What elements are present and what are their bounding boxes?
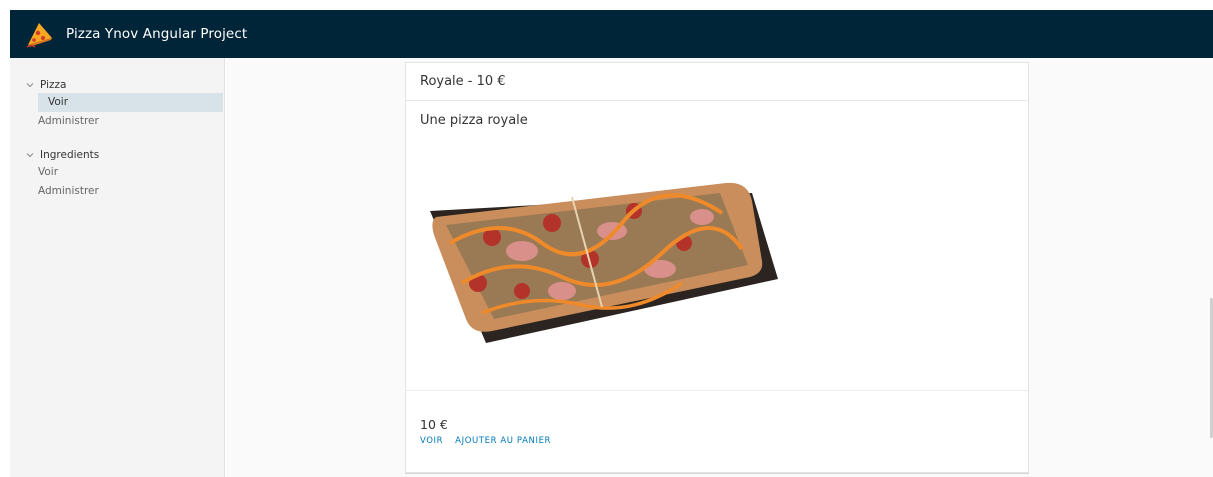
card-title: Royale - 10 € — [406, 63, 1028, 101]
card-actions: Voir Ajouter au panier — [420, 436, 1014, 446]
sidebar-item-pizza-voir[interactable]: Voir — [38, 93, 223, 112]
sidebar-nav: Pizza Voir Administrer Ingredients Voir … — [10, 58, 225, 477]
pizza-price: 10 € — [420, 417, 448, 432]
card-description: Une pizza royale — [420, 113, 528, 128]
nav-group-ingredients: Ingredients Voir Administrer — [10, 146, 224, 201]
card-body: Une pizza royale — [406, 101, 1028, 391]
chevron-down-icon — [26, 82, 34, 87]
sidebar-item-pizza-administrer[interactable]: Administrer — [10, 112, 224, 131]
app-title[interactable]: Pizza Ynov Angular Project — [66, 26, 247, 42]
nav-group-pizza: Pizza Voir Administrer — [10, 76, 224, 131]
card-footer: 10 € Voir Ajouter au panier — [406, 391, 1028, 446]
nav-group-label: Ingredients — [40, 148, 100, 161]
sidebar-item-ingredients-voir[interactable]: Voir — [10, 163, 224, 182]
chevron-down-icon — [26, 152, 34, 157]
pizza-image — [430, 182, 778, 343]
nav-group-toggle-ingredients[interactable]: Ingredients — [10, 146, 224, 163]
add-to-cart-button[interactable]: Ajouter au panier — [455, 436, 551, 446]
main-content: Royale - 10 € Une pizza royale 10 € VOIR… — [226, 58, 1213, 477]
pizza-logo-icon[interactable] — [24, 18, 56, 50]
nav-group-label: Pizza — [40, 78, 67, 91]
nav-group-toggle-pizza[interactable]: Pizza — [10, 76, 224, 93]
pizza-card: Royale - 10 € Une pizza royale 10 € VOIR… — [405, 62, 1029, 473]
sidebar-item-ingredients-administrer[interactable]: Administrer — [10, 182, 224, 201]
view-button[interactable]: Voir — [420, 436, 443, 446]
app-header: Pizza Ynov Angular Project — [10, 10, 1213, 58]
